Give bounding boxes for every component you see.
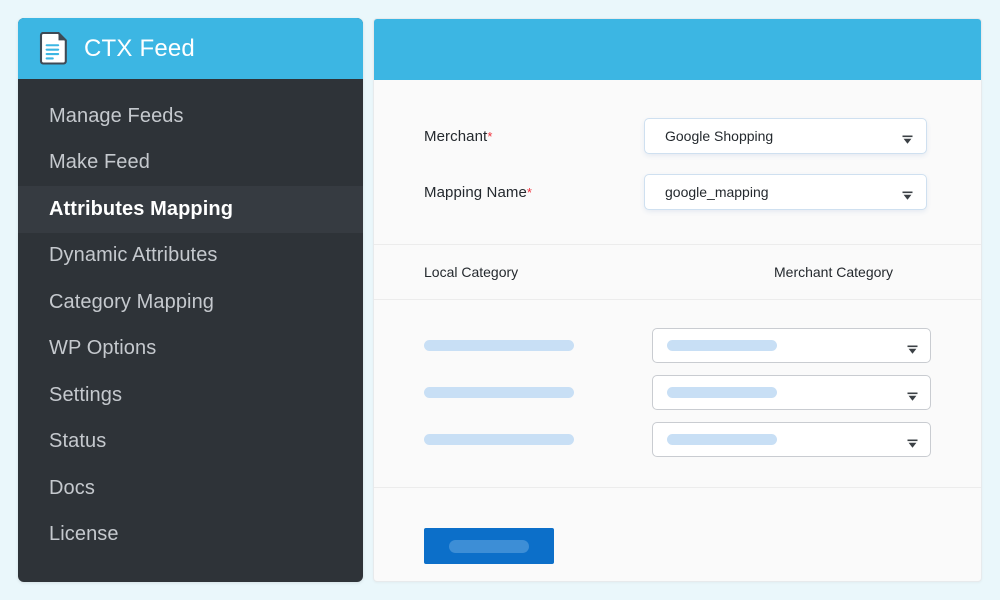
brand-title: CTX Feed (84, 34, 195, 62)
sidebar-item-dynamic-attributes[interactable]: Dynamic Attributes (18, 233, 363, 280)
table-row (374, 369, 981, 416)
mapping-name-label-text: Mapping Name (424, 183, 527, 201)
mapping-name-label: Mapping Name* (424, 184, 644, 201)
sidebar-item-wp-options[interactable]: WP Options (18, 326, 363, 373)
mapping-name-select[interactable]: google_mapping (644, 174, 927, 210)
merchant-label-text: Merchant (424, 127, 488, 145)
sidebar-item-attributes-mapping[interactable]: Attributes Mapping (18, 186, 363, 233)
footer-actions (374, 488, 981, 581)
chevron-down-icon (907, 435, 918, 448)
column-header-merchant-category: Merchant Category (774, 264, 894, 280)
mapping-table-header-section: Local Category Merchant Category (374, 245, 981, 300)
footer-section (374, 488, 981, 581)
main-panel: Merchant* Google Shopping Mapping Name* … (373, 18, 982, 582)
merchant-required-marker: * (487, 128, 493, 144)
merchant-category-placeholder (667, 387, 777, 398)
chevron-down-icon (907, 341, 918, 354)
mapping-rows-list (374, 300, 981, 487)
merchant-field-row: Merchant* Google Shopping (374, 108, 981, 164)
merchant-category-select[interactable] (652, 422, 931, 457)
sidebar-item-docs[interactable]: Docs (18, 465, 363, 512)
merchant-select-value: Google Shopping (665, 128, 774, 144)
merchant-category-placeholder (667, 340, 777, 351)
sidebar-item-license[interactable]: License (18, 512, 363, 559)
sidebar-item-category-mapping[interactable]: Category Mapping (18, 279, 363, 326)
submit-button[interactable] (424, 528, 554, 564)
sidebar-nav: Manage Feeds Make Feed Attributes Mappin… (18, 79, 363, 558)
table-row (374, 416, 981, 463)
app-root: CTX Feed Manage Feeds Make Feed Attribut… (0, 0, 1000, 600)
merchant-category-select[interactable] (652, 375, 931, 410)
sidebar-item-status[interactable]: Status (18, 419, 363, 466)
chevron-down-icon (902, 188, 913, 200)
table-row (374, 322, 981, 369)
mapping-name-required-marker: * (526, 184, 533, 200)
table-header-row: Local Category Merchant Category (374, 245, 981, 299)
merchant-category-select[interactable] (652, 328, 931, 363)
document-file-icon (38, 31, 68, 65)
merchant-form-section: Merchant* Google Shopping Mapping Name* … (374, 80, 981, 245)
submit-button-label-placeholder (449, 539, 529, 553)
merchant-category-placeholder (667, 434, 777, 445)
sidebar-item-make-feed[interactable]: Make Feed (18, 140, 363, 187)
mapping-name-select-value: google_mapping (665, 184, 769, 200)
local-category-placeholder (424, 340, 574, 351)
chevron-down-icon (902, 132, 913, 144)
mapping-rows-section (374, 300, 981, 488)
column-header-local-category: Local Category (424, 264, 519, 280)
mapping-name-field-row: Mapping Name* google_mapping (374, 164, 981, 220)
sidebar: CTX Feed Manage Feeds Make Feed Attribut… (18, 18, 363, 582)
sidebar-brand: CTX Feed (18, 18, 363, 79)
merchant-select[interactable]: Google Shopping (644, 118, 927, 154)
local-category-placeholder (424, 434, 574, 445)
sidebar-item-settings[interactable]: Settings (18, 372, 363, 419)
chevron-down-icon (907, 388, 918, 401)
merchant-label: Merchant* (424, 128, 644, 145)
local-category-placeholder (424, 387, 574, 398)
sidebar-item-manage-feeds[interactable]: Manage Feeds (18, 93, 363, 140)
main-header-bar (374, 19, 981, 80)
